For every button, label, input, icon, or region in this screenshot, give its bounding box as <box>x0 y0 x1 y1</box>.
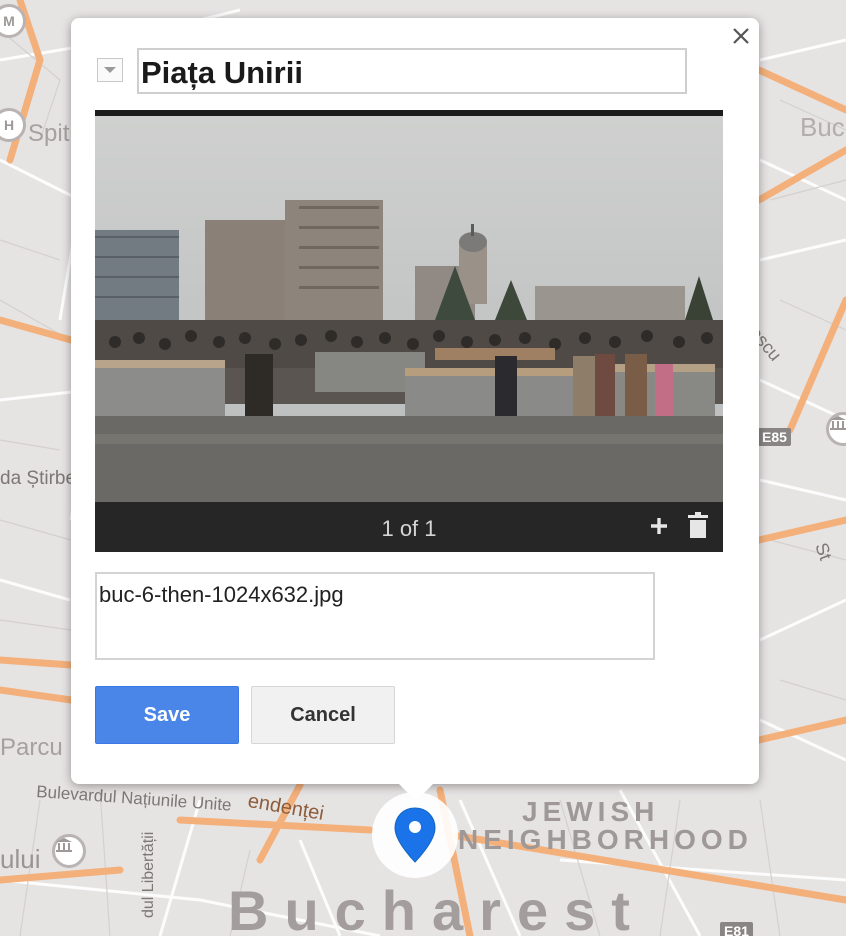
map-label-spit: Spit <box>28 120 70 147</box>
market-photo[interactable] <box>95 116 723 502</box>
map-label-bucharest: Bucharest <box>228 879 646 936</box>
road-shield-e85: E85 <box>758 428 791 446</box>
map-label-libertatii: dul Libertății <box>140 831 157 918</box>
map-label-neighborhood: NEIGHBORHOOD <box>458 824 753 855</box>
save-button[interactable]: Save <box>95 686 239 744</box>
chevron-down-icon[interactable] <box>97 58 123 82</box>
photo-toolbar: 1 of 1 <box>95 502 723 552</box>
cancel-button[interactable]: Cancel <box>251 686 395 744</box>
selected-marker[interactable] <box>372 792 458 878</box>
trash-icon[interactable] <box>687 512 713 542</box>
plus-icon[interactable] <box>645 512 673 540</box>
museum-icon[interactable] <box>52 834 86 868</box>
close-icon[interactable] <box>729 24 753 48</box>
place-edit-popup: 1 of 1 buc-6-then-1024x632.jpg Save Canc… <box>71 18 759 784</box>
photo-counter: 1 of 1 <box>381 516 437 541</box>
map-label-ului: ului <box>0 844 41 874</box>
road-shield-e81: E81 <box>720 922 753 936</box>
map-label-stirbe: da Știrbe <box>0 468 77 489</box>
map-pin-icon <box>394 807 436 863</box>
place-title-input[interactable] <box>137 48 687 94</box>
photo-viewer: 1 of 1 <box>95 110 723 552</box>
map-label-parcu: Parcu <box>0 734 63 761</box>
map-label-buc: Buc <box>800 112 845 142</box>
description-input[interactable]: buc-6-then-1024x632.jpg <box>95 572 655 660</box>
